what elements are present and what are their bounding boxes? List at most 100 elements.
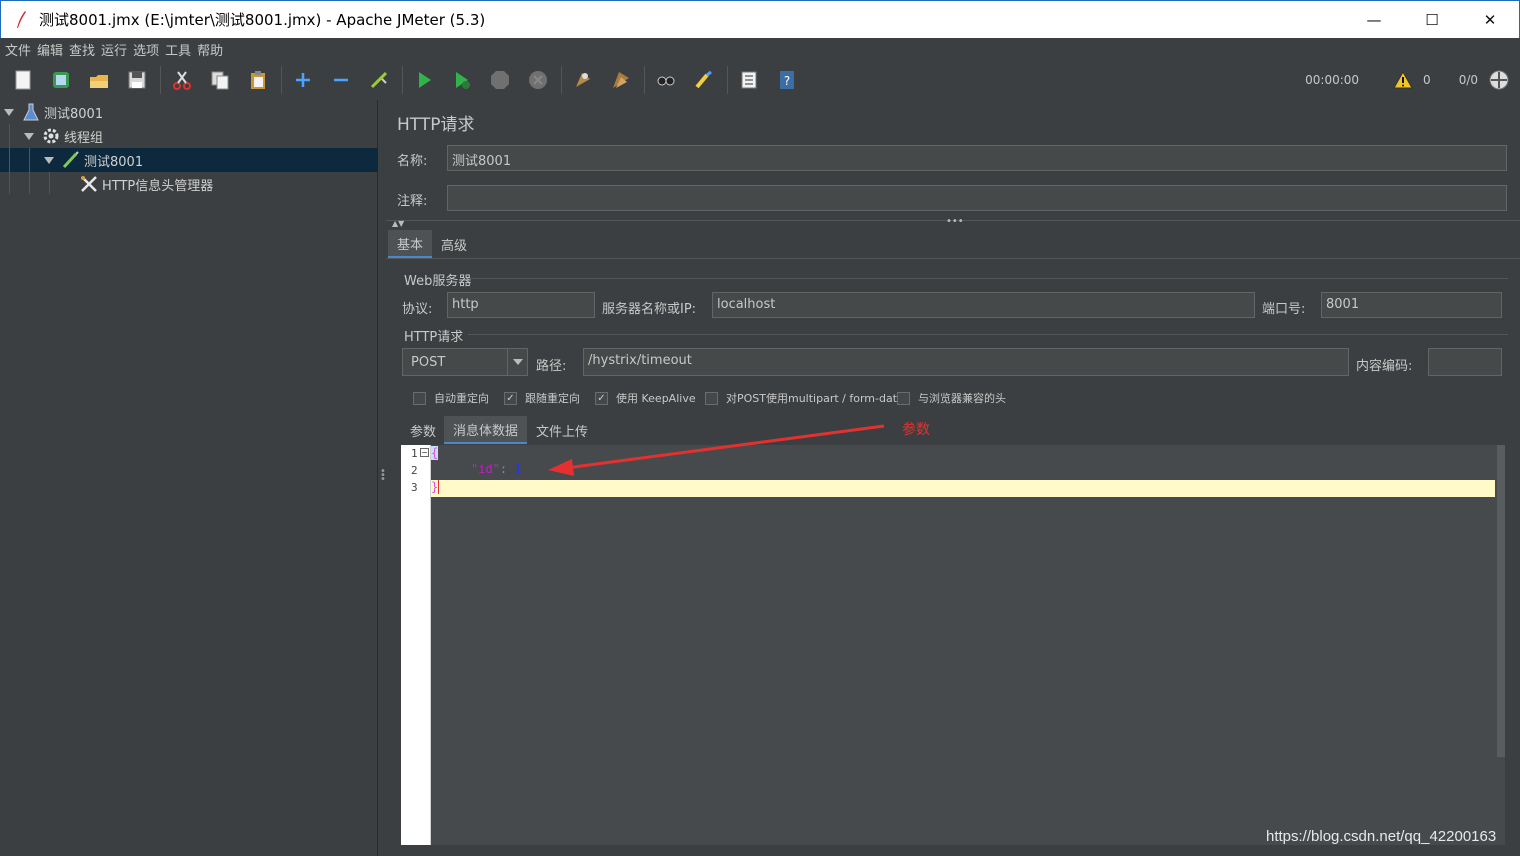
checkbox-auto-redirect[interactable]: 自动重定向 bbox=[413, 390, 489, 406]
tree-item-thread-group[interactable]: 线程组 bbox=[0, 124, 378, 148]
toolbar-separator bbox=[160, 66, 161, 94]
elapsed-timer: 00:00:00 bbox=[1305, 73, 1360, 87]
group-divider bbox=[468, 278, 1508, 279]
help-icon[interactable]: ? bbox=[772, 65, 802, 95]
minimize-button[interactable]: — bbox=[1345, 1, 1403, 39]
shutdown-icon[interactable] bbox=[523, 65, 553, 95]
collapse-arrows[interactable]: ▲▼ bbox=[392, 219, 404, 228]
test-plan-icon bbox=[22, 103, 40, 121]
tree-expand-caret[interactable] bbox=[24, 132, 34, 140]
group-divider bbox=[468, 334, 1508, 335]
svg-text:?: ? bbox=[784, 74, 790, 88]
body-data-editor[interactable]: 1 − 2 3 { "id": 1 } bbox=[401, 445, 1505, 845]
tab-advanced[interactable]: 高级 bbox=[432, 230, 476, 258]
title-bar: 测试8001.jmx (E:\jmter\测试8001.jmx) - Apach… bbox=[0, 0, 1520, 38]
tab-file-upload[interactable]: 文件上传 bbox=[527, 416, 597, 444]
checkbox-keepalive[interactable]: ✓ 使用 KeepAlive bbox=[595, 390, 696, 406]
tree-guide-line bbox=[49, 172, 50, 194]
page-title: HTTP请求 bbox=[397, 115, 475, 135]
start-no-pause-icon[interactable] bbox=[447, 65, 477, 95]
body-tabs: 参数 消息体数据 文件上传 bbox=[402, 416, 597, 444]
tree-item-http-sampler[interactable]: 测试8001 bbox=[0, 148, 378, 172]
chevron-down-icon[interactable] bbox=[507, 349, 527, 375]
panel-splitter[interactable]: • • • bbox=[378, 100, 386, 856]
expand-icon[interactable] bbox=[288, 65, 318, 95]
drag-handle[interactable]: ••• bbox=[946, 216, 964, 227]
watermark: https://blog.csdn.net/qq_42200163 bbox=[1266, 828, 1497, 845]
menu-bar: 文件 编辑 查找 运行 选项 工具 帮助 bbox=[0, 38, 1520, 60]
menu-edit[interactable]: 编辑 bbox=[37, 40, 63, 59]
server-label: 服务器名称或IP: bbox=[602, 302, 697, 317]
templates-icon[interactable] bbox=[46, 65, 76, 95]
search-icon[interactable] bbox=[651, 65, 681, 95]
tree-expand-caret[interactable] bbox=[4, 108, 14, 116]
path-field[interactable]: /hystrix/timeout bbox=[583, 348, 1349, 376]
port-field[interactable]: 8001 bbox=[1321, 292, 1502, 318]
paste-icon[interactable] bbox=[243, 65, 273, 95]
editor-scrollbar[interactable] bbox=[1497, 445, 1505, 757]
annotation-label: 参数 bbox=[902, 422, 930, 438]
checkbox-multipart[interactable]: 对POST使用multipart / form-data bbox=[705, 390, 904, 406]
port-label: 端口号: bbox=[1262, 302, 1306, 317]
config-tabs: 基本 高级 bbox=[388, 230, 476, 258]
name-field[interactable]: 测试8001 bbox=[447, 145, 1507, 171]
tab-basic[interactable]: 基本 bbox=[388, 230, 433, 258]
path-label: 路径: bbox=[536, 359, 567, 374]
clear-icon[interactable] bbox=[568, 65, 598, 95]
window-title: 测试8001.jmx (E:\jmter\测试8001.jmx) - Apach… bbox=[39, 11, 486, 29]
http-request-panel: HTTP请求 名称: 测试8001 注释: ▲▼ ••• 基本 高级 Web服务… bbox=[386, 100, 1520, 856]
fold-icon[interactable]: − bbox=[420, 448, 429, 457]
tree-expand-caret[interactable] bbox=[44, 156, 54, 164]
tab-parameters[interactable]: 参数 bbox=[402, 416, 444, 444]
menu-file[interactable]: 文件 bbox=[5, 40, 31, 59]
checkbox-follow-redirect[interactable]: ✓ 跟随重定向 bbox=[504, 390, 580, 406]
copy-icon[interactable] bbox=[205, 65, 235, 95]
checkbox-browser-headers[interactable]: 与浏览器兼容的头 bbox=[897, 390, 1006, 406]
toolbar: ? 00:00:00 0 0/0 bbox=[0, 60, 1520, 100]
toolbar-separator bbox=[402, 66, 403, 94]
function-helper-icon[interactable] bbox=[734, 65, 764, 95]
name-label: 名称: bbox=[397, 154, 428, 169]
cut-icon[interactable] bbox=[167, 65, 197, 95]
active-threads: 0/0 bbox=[1458, 73, 1478, 87]
new-icon[interactable] bbox=[8, 65, 38, 95]
menu-tools[interactable]: 工具 bbox=[165, 40, 191, 59]
comment-field[interactable] bbox=[447, 185, 1507, 211]
tree-item-test-plan[interactable]: 测试8001 bbox=[0, 100, 378, 124]
toolbar-separator bbox=[281, 66, 282, 94]
tab-body-data[interactable]: 消息体数据 bbox=[444, 416, 528, 444]
warning-count: 0 bbox=[1423, 73, 1431, 87]
tree-guide-line bbox=[9, 124, 10, 194]
toolbar-separator bbox=[561, 66, 562, 94]
server-field[interactable]: localhost bbox=[712, 292, 1255, 318]
menu-run[interactable]: 运行 bbox=[101, 40, 127, 59]
tree-guide-line bbox=[29, 148, 30, 194]
tree-item-header-manager[interactable]: HTTP信息头管理器 bbox=[0, 172, 378, 196]
header-manager-icon bbox=[80, 175, 98, 193]
toggle-icon[interactable] bbox=[364, 65, 394, 95]
http-request-group-title: HTTP请求 bbox=[404, 330, 464, 345]
menu-options[interactable]: 选项 bbox=[133, 40, 159, 59]
menu-help[interactable]: 帮助 bbox=[197, 40, 223, 59]
open-icon[interactable] bbox=[84, 65, 114, 95]
reset-search-icon[interactable] bbox=[689, 65, 719, 95]
clear-all-icon[interactable] bbox=[606, 65, 636, 95]
encoding-label: 内容编码: bbox=[1356, 359, 1413, 374]
encoding-field[interactable] bbox=[1428, 348, 1502, 376]
start-icon[interactable] bbox=[409, 65, 439, 95]
warning-icon[interactable] bbox=[1393, 71, 1413, 89]
menu-search[interactable]: 查找 bbox=[69, 40, 95, 59]
comment-label: 注释: bbox=[397, 194, 428, 209]
stop-icon[interactable] bbox=[485, 65, 515, 95]
thread-group-icon bbox=[42, 127, 60, 145]
method-select[interactable]: POST bbox=[402, 348, 528, 376]
maximize-button[interactable]: ☐ bbox=[1403, 1, 1461, 39]
tabs-divider bbox=[386, 258, 1520, 259]
close-button[interactable]: ✕ bbox=[1461, 1, 1519, 39]
protocol-label: 协议: bbox=[402, 302, 433, 317]
save-icon[interactable] bbox=[122, 65, 152, 95]
protocol-field[interactable]: http bbox=[447, 292, 595, 318]
toolbar-separator bbox=[644, 66, 645, 94]
remote-engine-icon[interactable] bbox=[1488, 69, 1510, 91]
collapse-icon[interactable] bbox=[326, 65, 356, 95]
